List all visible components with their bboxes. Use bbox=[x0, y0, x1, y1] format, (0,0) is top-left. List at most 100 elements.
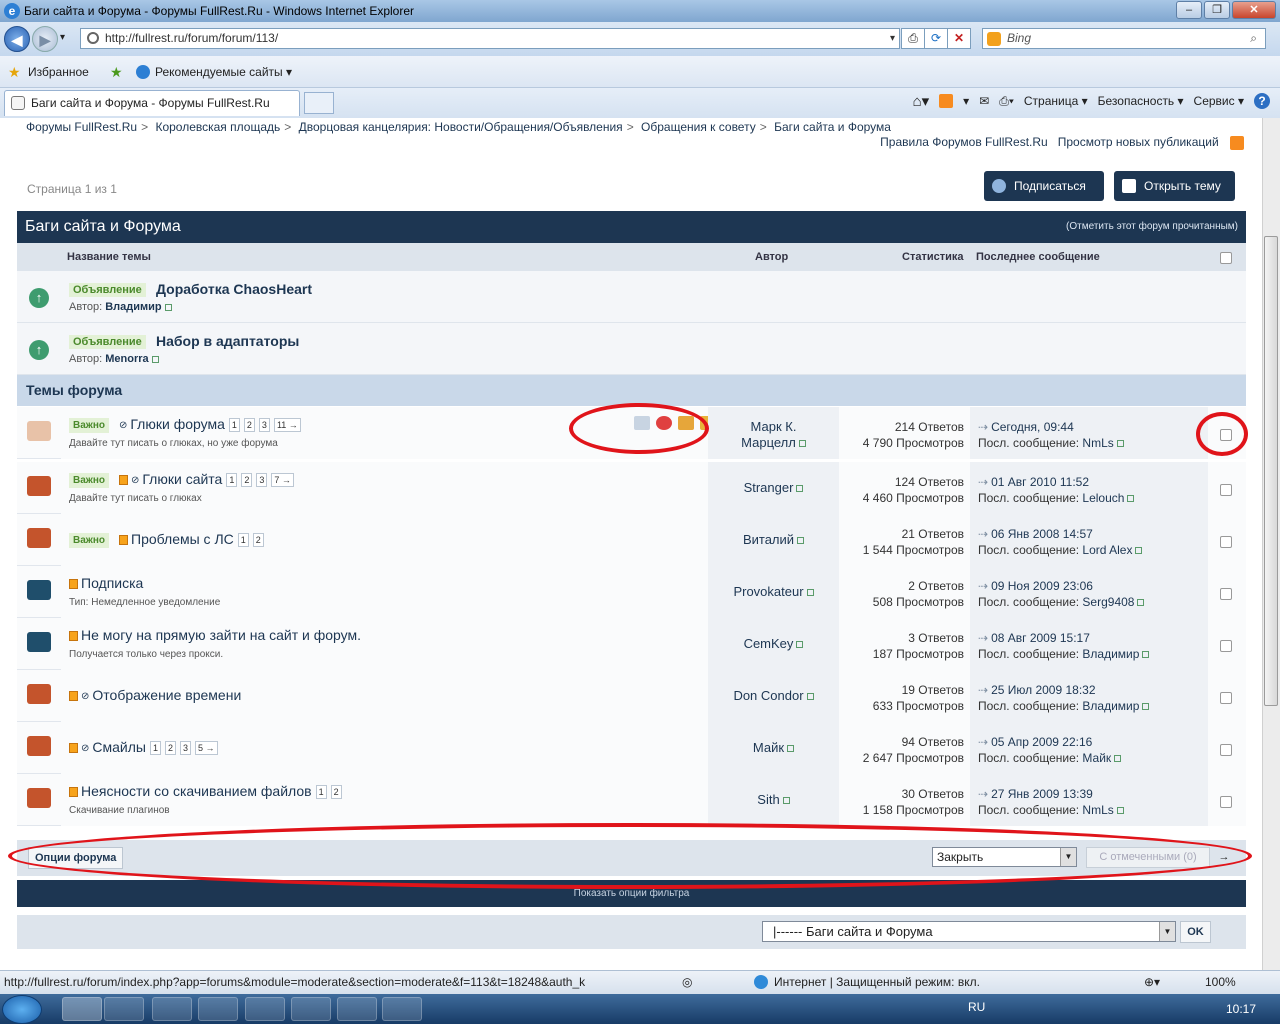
home-icon[interactable]: ⌂▾ bbox=[913, 92, 930, 110]
page-link[interactable]: 1 bbox=[228, 418, 240, 433]
arrow-right-icon[interactable]: ⇢ bbox=[978, 420, 988, 434]
help-icon[interactable]: ? bbox=[1254, 93, 1270, 109]
topic-checkbox[interactable] bbox=[1220, 536, 1232, 548]
taskbar-ie-icon[interactable] bbox=[62, 997, 102, 1021]
arrow-right-icon[interactable]: ⇢ bbox=[978, 579, 988, 593]
last-post-user[interactable]: NmLs bbox=[1082, 436, 1113, 450]
author-link[interactable]: Виталий bbox=[743, 532, 794, 547]
page-link[interactable]: 3 bbox=[258, 418, 270, 433]
last-post-date[interactable]: Сегодня, 09:44 bbox=[991, 420, 1074, 434]
tools-menu[interactable]: Сервис ▾ bbox=[1194, 94, 1244, 108]
last-post-user[interactable]: NmLs bbox=[1082, 803, 1113, 817]
clock[interactable]: 10:17 bbox=[1226, 994, 1256, 1024]
author-link[interactable]: Don Condor bbox=[733, 688, 803, 703]
last-post-date[interactable]: 27 Янв 2009 13:39 bbox=[991, 787, 1093, 801]
forward-button[interactable]: ▶ bbox=[32, 26, 58, 52]
arrow-right-icon[interactable]: ⇢ bbox=[978, 787, 988, 801]
address-dropdown-icon[interactable]: ▾ bbox=[890, 29, 895, 48]
search-input[interactable]: Bing ⌕ bbox=[982, 28, 1266, 49]
last-post-date[interactable]: 08 Авг 2009 15:17 bbox=[991, 631, 1090, 645]
topic-title[interactable]: Глюки форума bbox=[130, 416, 225, 432]
last-post-date[interactable]: 01 Авг 2010 11:52 bbox=[991, 475, 1089, 489]
refresh-icon[interactable]: ⟳ bbox=[924, 28, 948, 49]
taskbar-media-icon[interactable] bbox=[152, 997, 192, 1021]
suggested-sites-button[interactable]: Рекомендуемые сайты ▾ bbox=[155, 65, 292, 79]
page-link[interactable]: 1 bbox=[237, 533, 249, 548]
taskbar-app-icon[interactable] bbox=[198, 997, 238, 1021]
new-tab-button[interactable] bbox=[304, 92, 334, 114]
jump-ok-button[interactable]: OK bbox=[1180, 921, 1211, 943]
add-favorite-icon[interactable]: ★ bbox=[110, 64, 123, 81]
topic-title[interactable]: Смайлы bbox=[92, 739, 146, 755]
print-icon[interactable]: ⎙▾ bbox=[999, 94, 1014, 109]
topic-checkbox[interactable] bbox=[1220, 588, 1232, 600]
page-link[interactable]: 3 bbox=[256, 473, 268, 488]
last-post-user[interactable]: Майк bbox=[1082, 751, 1111, 765]
last-post-user[interactable]: Владимир bbox=[1082, 699, 1139, 713]
last-post-user[interactable]: Lord Alex bbox=[1082, 543, 1132, 557]
arrow-right-icon[interactable]: ⇢ bbox=[978, 527, 988, 541]
page-menu[interactable]: Страница ▾ bbox=[1024, 94, 1088, 108]
author-link[interactable]: CemKey bbox=[744, 636, 794, 651]
last-post-date[interactable]: 06 Янв 2008 14:57 bbox=[991, 527, 1093, 541]
new-topic-button[interactable]: Открыть тему bbox=[1114, 171, 1235, 201]
history-dropdown-icon[interactable]: ▾ bbox=[60, 32, 65, 43]
page-link[interactable]: 11 → bbox=[273, 418, 301, 433]
page-link[interactable]: 2 bbox=[164, 741, 176, 756]
forum-jump-select[interactable]: |------ Баги сайта и Форума ▼ bbox=[762, 921, 1176, 942]
compatibility-view-icon[interactable]: ⎙ bbox=[901, 28, 925, 49]
breadcrumb-item[interactable]: Баги сайта и Форума bbox=[774, 120, 891, 134]
page-link[interactable]: 2 bbox=[330, 785, 342, 800]
page-link[interactable]: 1 bbox=[149, 741, 161, 756]
last-post-user[interactable]: Serg9408 bbox=[1082, 595, 1134, 609]
scrollbar-thumb[interactable] bbox=[1264, 236, 1278, 706]
rss-icon[interactable] bbox=[1230, 135, 1244, 150]
author-link[interactable]: Provokateur bbox=[733, 584, 803, 599]
page-link[interactable]: 2 bbox=[243, 418, 255, 433]
stop-icon[interactable]: ✕ bbox=[947, 28, 971, 49]
arrow-right-icon[interactable]: ⇢ bbox=[978, 683, 988, 697]
breadcrumb-item[interactable]: Дворцовая канцелярия: Новости/Обращения/… bbox=[299, 120, 623, 134]
zoom-icon[interactable]: ⊕▾ bbox=[1144, 971, 1160, 993]
safety-menu[interactable]: Безопасность ▾ bbox=[1098, 94, 1184, 108]
feeds-icon[interactable] bbox=[939, 94, 954, 108]
page-link[interactable]: 2 bbox=[252, 533, 264, 548]
announcement-title[interactable]: Доработка ChaosHeart bbox=[156, 281, 312, 297]
close-button[interactable]: ✕ bbox=[1232, 1, 1276, 19]
author-link[interactable]: Menorra bbox=[105, 353, 148, 365]
topic-title[interactable]: Проблемы с ЛС bbox=[131, 531, 234, 547]
breadcrumb-item[interactable]: Обращения к совету bbox=[641, 120, 756, 134]
page-link[interactable]: 7 → bbox=[271, 473, 294, 488]
topic-checkbox[interactable] bbox=[1220, 744, 1232, 756]
author-link[interactable]: Stranger bbox=[744, 480, 794, 495]
maximize-button[interactable]: ❐ bbox=[1204, 1, 1230, 19]
page-link[interactable]: 1 bbox=[315, 785, 327, 800]
taskbar-app-icon[interactable] bbox=[245, 997, 285, 1021]
page-link[interactable]: 1 bbox=[226, 473, 238, 488]
topic-checkbox[interactable] bbox=[1220, 484, 1232, 496]
subscribe-button[interactable]: Подписаться bbox=[984, 171, 1104, 201]
topic-title[interactable]: Отображение времени bbox=[92, 687, 241, 703]
breadcrumb-item[interactable]: Форумы FullRest.Ru bbox=[26, 120, 137, 134]
topic-title[interactable]: Не могу на прямую зайти на сайт и форум. bbox=[81, 627, 361, 643]
privacy-icon[interactable]: ◎ bbox=[682, 971, 692, 993]
taskbar-app-icon[interactable] bbox=[337, 997, 377, 1021]
search-icon[interactable]: ⌕ bbox=[1250, 29, 1257, 48]
address-bar[interactable]: http://fullrest.ru/forum/forum/113/ ▾ bbox=[80, 28, 900, 49]
arrow-right-icon[interactable]: ⇢ bbox=[978, 631, 988, 645]
taskbar-explorer-icon[interactable] bbox=[104, 997, 144, 1021]
arrow-right-icon[interactable]: ⇢ bbox=[978, 735, 988, 749]
breadcrumb-item[interactable]: Королевская площадь bbox=[155, 120, 280, 134]
page-link[interactable]: 3 bbox=[180, 741, 192, 756]
topic-title[interactable]: Подписка bbox=[81, 575, 143, 591]
last-post-date[interactable]: 25 Июл 2009 18:32 bbox=[991, 683, 1095, 697]
last-post-date[interactable]: 05 Апр 2009 22:16 bbox=[991, 735, 1092, 749]
page-link[interactable]: 5 → bbox=[195, 741, 218, 756]
tab-active[interactable]: Баги сайта и Форума - Форумы FullRest.Ru bbox=[4, 90, 300, 116]
arrow-right-icon[interactable]: ⇢ bbox=[978, 475, 988, 489]
last-post-date[interactable]: 09 Ноя 2009 23:06 bbox=[991, 579, 1093, 593]
taskbar-app-icon[interactable] bbox=[291, 997, 331, 1021]
language-indicator[interactable]: RU bbox=[968, 994, 985, 1020]
author-link[interactable]: Марк К. Марцелл bbox=[741, 419, 796, 450]
start-button[interactable] bbox=[2, 995, 42, 1024]
